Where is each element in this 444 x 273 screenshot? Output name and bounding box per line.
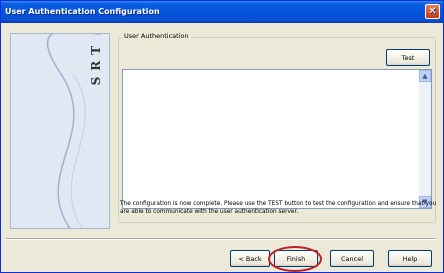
vertical-scrollbar[interactable]: ▲ ▼ xyxy=(419,70,431,208)
close-icon: ✕ xyxy=(428,6,437,17)
finish-highlight-circle xyxy=(268,246,322,272)
scroll-up-icon[interactable]: ▲ xyxy=(419,70,431,82)
cancel-button[interactable]: Cancel xyxy=(330,250,374,267)
footer-divider xyxy=(6,238,436,240)
close-button[interactable]: ✕ xyxy=(425,4,440,19)
side-banner: SRT xyxy=(10,33,110,229)
back-button[interactable]: < Back xyxy=(230,250,270,267)
auth-results-listbox[interactable]: ▲ ▼ xyxy=(122,69,432,209)
brand-logo-text: SRT xyxy=(89,40,103,86)
window-title: User Authentication Configuration xyxy=(5,7,160,16)
completion-message: The configuration is now complete. Pleas… xyxy=(120,201,437,215)
help-button[interactable]: Help xyxy=(388,250,432,267)
title-bar[interactable]: User Authentication Configuration ✕ xyxy=(1,1,443,23)
dialog-body: SRT User Authentication Test ▲ ▼ The con… xyxy=(6,27,436,231)
test-button[interactable]: Test xyxy=(386,49,430,66)
group-label: User Authentication xyxy=(122,32,191,40)
